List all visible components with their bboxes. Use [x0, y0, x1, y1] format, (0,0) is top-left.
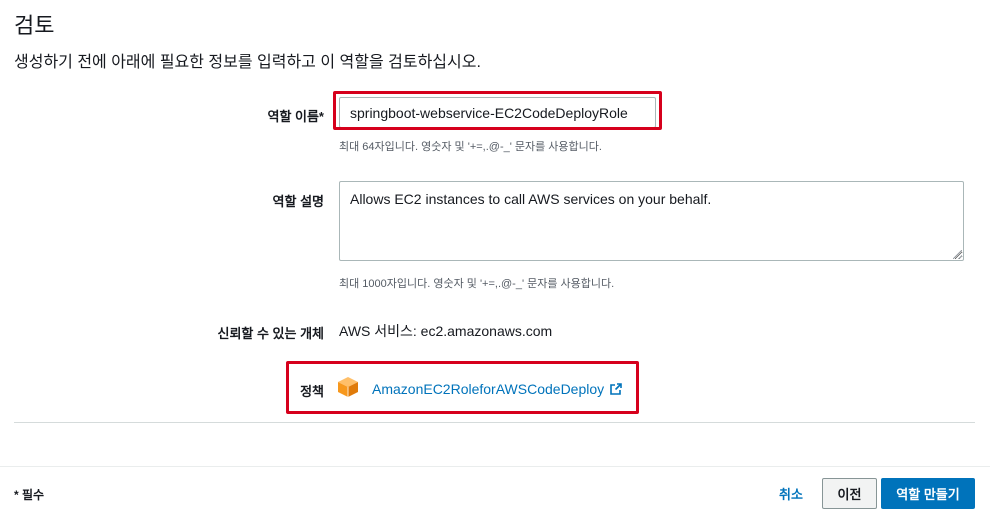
page-title: 검토: [14, 13, 55, 38]
required-note: * 필수: [14, 488, 45, 502]
review-page: 검토 생성하기 전에 아래에 필요한 정보를 입력하고 이 역할을 검토하십시오…: [0, 0, 990, 516]
page-subtitle: 생성하기 전에 아래에 필요한 정보를 입력하고 이 역할을 검토하십시오.: [14, 54, 481, 71]
role-name-highlight: [333, 91, 662, 130]
external-link-icon[interactable]: [609, 382, 623, 396]
role-description-hint: 최대 1000자입니다. 영숫자 및 '+=,.@-_' 문자를 사용합니다.: [339, 278, 615, 290]
role-name-hint: 최대 64자입니다. 영숫자 및 '+=,.@-_' 문자를 사용합니다.: [339, 141, 602, 153]
aws-policy-box-icon: [338, 377, 358, 397]
previous-button[interactable]: 이전: [822, 478, 877, 509]
textarea-resize-handle[interactable]: [953, 250, 962, 259]
policy-link[interactable]: AmazonEC2RoleforAWSCodeDeploy: [372, 381, 604, 397]
role-name-label: 역할 이름*: [267, 109, 324, 124]
role-description-textarea[interactable]: Allows EC2 instances to call AWS service…: [339, 181, 964, 261]
role-description-label: 역할 설명: [272, 194, 324, 209]
section-divider: [14, 422, 975, 423]
trusted-entity-label: 신뢰할 수 있는 개체: [217, 326, 324, 341]
cancel-button[interactable]: 취소: [770, 478, 812, 508]
footer-divider: [0, 466, 990, 467]
create-role-button[interactable]: 역할 만들기: [881, 478, 975, 509]
trusted-entity-value: AWS 서비스: ec2.amazonaws.com: [339, 323, 553, 339]
